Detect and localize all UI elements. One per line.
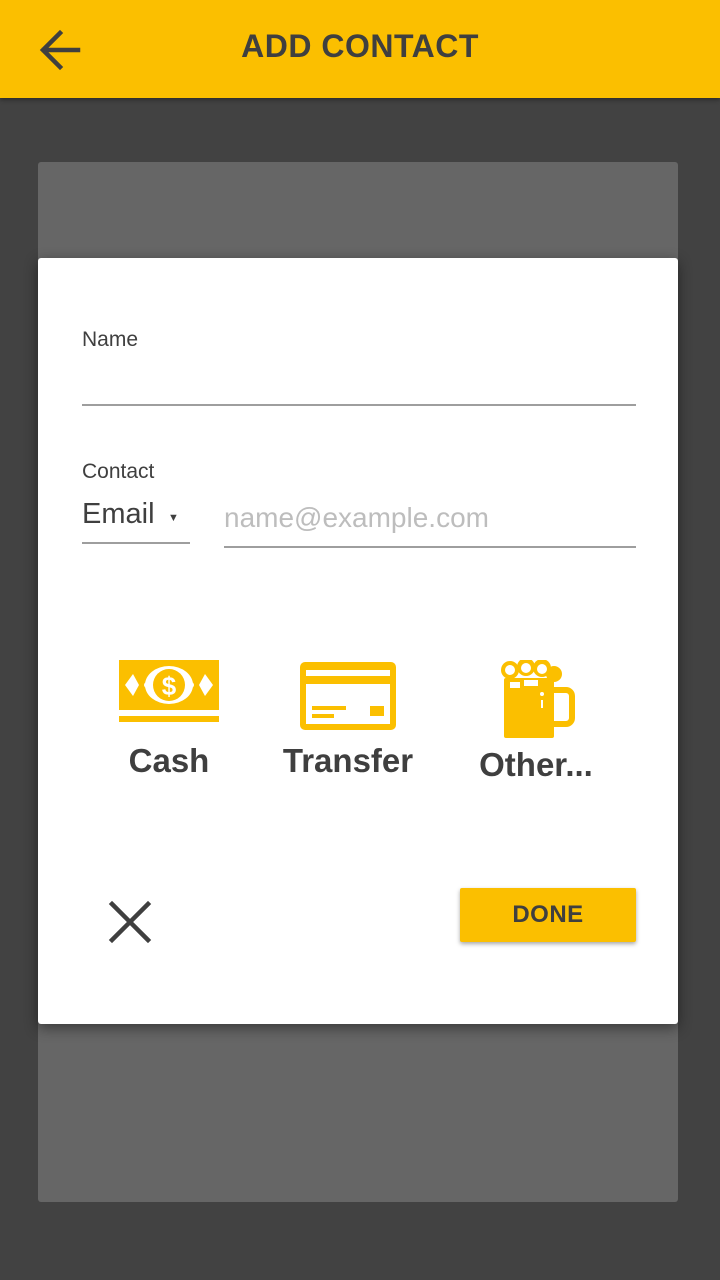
credit-card-icon bbox=[300, 662, 396, 730]
payment-option-cash[interactable]: $ Cash bbox=[84, 660, 254, 790]
svg-text:$: $ bbox=[162, 671, 177, 701]
cash-icon: $ bbox=[119, 660, 219, 722]
done-button[interactable]: DONE bbox=[460, 888, 636, 942]
close-button[interactable] bbox=[100, 892, 160, 952]
add-contact-dialog: Name Contact Email ▼ $ Cash bbox=[38, 258, 678, 1024]
page-title: ADD CONTACT bbox=[241, 28, 479, 64]
app-bar: ADD CONTACT bbox=[0, 0, 720, 98]
name-label: Name bbox=[82, 328, 139, 351]
contact-input[interactable] bbox=[224, 494, 636, 548]
name-input[interactable] bbox=[82, 358, 636, 406]
dropdown-caret-icon: ▼ bbox=[168, 512, 179, 524]
close-icon bbox=[108, 900, 152, 944]
payment-option-label: Transfer bbox=[282, 742, 414, 779]
contact-type-value: Email bbox=[82, 498, 155, 530]
payment-option-label: Other... bbox=[479, 746, 593, 783]
payment-option-transfer[interactable]: Transfer bbox=[263, 660, 433, 790]
contact-label: Contact bbox=[82, 460, 155, 483]
payment-option-other[interactable]: Other... bbox=[451, 660, 621, 790]
contact-type-select[interactable]: Email ▼ bbox=[82, 494, 190, 544]
beer-mug-icon bbox=[501, 660, 575, 738]
